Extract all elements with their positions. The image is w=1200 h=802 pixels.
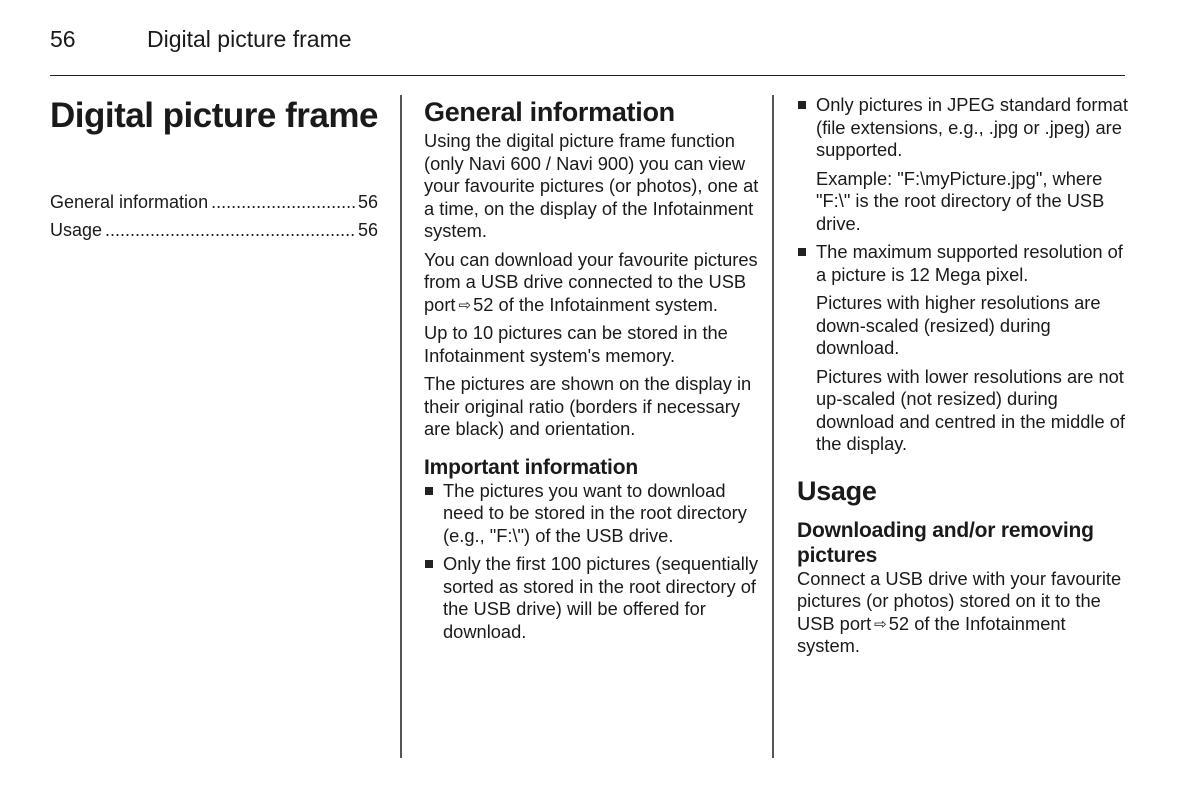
chapter-title: Digital picture frame: [50, 96, 378, 135]
arrow-reference-icon: ⇨: [458, 296, 472, 314]
subsection-title-downloading: Downloading and/or removing pictures: [797, 518, 1094, 567]
bullet-item: Only the first 100 pictures (sequentiall…: [424, 553, 759, 643]
paragraph: Up to 10 pictures can be stored in the I…: [424, 322, 728, 366]
square-bullet-icon: [798, 248, 806, 256]
toc-entry[interactable]: General information 56: [50, 188, 378, 216]
column-divider: [772, 95, 774, 758]
header-rule: [50, 75, 1125, 76]
toc-entry-page: 56: [357, 192, 378, 212]
toc-leader-dots: [211, 188, 355, 216]
bullet-item: The maximum supported resolution of a pi…: [797, 241, 1132, 286]
bullet-text: Only pictures in JPEG standard format (f…: [816, 94, 1128, 160]
square-bullet-icon: [425, 560, 433, 568]
toc-entry-label: General information: [50, 192, 209, 212]
bullet-note: Pictures with lower resolutions are not …: [816, 365, 1125, 455]
paragraph: You can download your favourite pictures…: [424, 249, 759, 317]
square-bullet-icon: [425, 486, 433, 495]
running-title: Digital picture frame: [147, 26, 352, 52]
usage-column: Only pictures in JPEG standard format (f…: [797, 94, 1132, 664]
paragraph: The pictures are shown on the display in…: [424, 373, 752, 439]
subsection-title-important-information: Important information: [424, 455, 638, 479]
page-number: 56: [50, 26, 76, 52]
chapter-column: Digital picture frame General informatio…: [50, 90, 380, 244]
general-information-column: General information Using the digital pi…: [424, 90, 759, 649]
square-bullet-icon: [798, 101, 806, 109]
page-reference-link[interactable]: 52: [889, 613, 909, 634]
page-reference-link[interactable]: 52: [473, 294, 493, 315]
bullet-note: Example: "F:\myPicture.jpg", where "F:\"…: [816, 167, 1105, 234]
bullet-item: Only pictures in JPEG standard format (f…: [797, 94, 1132, 162]
arrow-reference-icon: ⇨: [874, 615, 887, 633]
section-title-general-information: General information: [424, 97, 675, 127]
bullet-text: The pictures you want to download need t…: [443, 479, 747, 546]
paragraph: Connect a USB drive with your favourite …: [797, 568, 1132, 658]
bullet-note: Pictures with higher resolutions are dow…: [816, 292, 1101, 358]
paragraph-text: of the Infotainment system.: [498, 293, 719, 315]
table-of-contents: General information 56 Usage 56: [50, 188, 380, 244]
toc-leader-dots: [105, 216, 355, 244]
bullet-text: Only the first 100 pictures (sequentiall…: [443, 553, 758, 642]
toc-entry[interactable]: Usage 56: [50, 216, 378, 244]
toc-entry-label: Usage: [50, 220, 103, 240]
section-title-usage: Usage: [797, 475, 877, 506]
toc-entry-page: 56: [357, 220, 378, 240]
paragraph: Using the digital picture frame function…: [424, 130, 759, 241]
bullet-text: The maximum supported resolution of a pi…: [816, 241, 1123, 285]
column-divider: [400, 95, 402, 758]
bullet-item: The pictures you want to download need t…: [424, 480, 759, 548]
